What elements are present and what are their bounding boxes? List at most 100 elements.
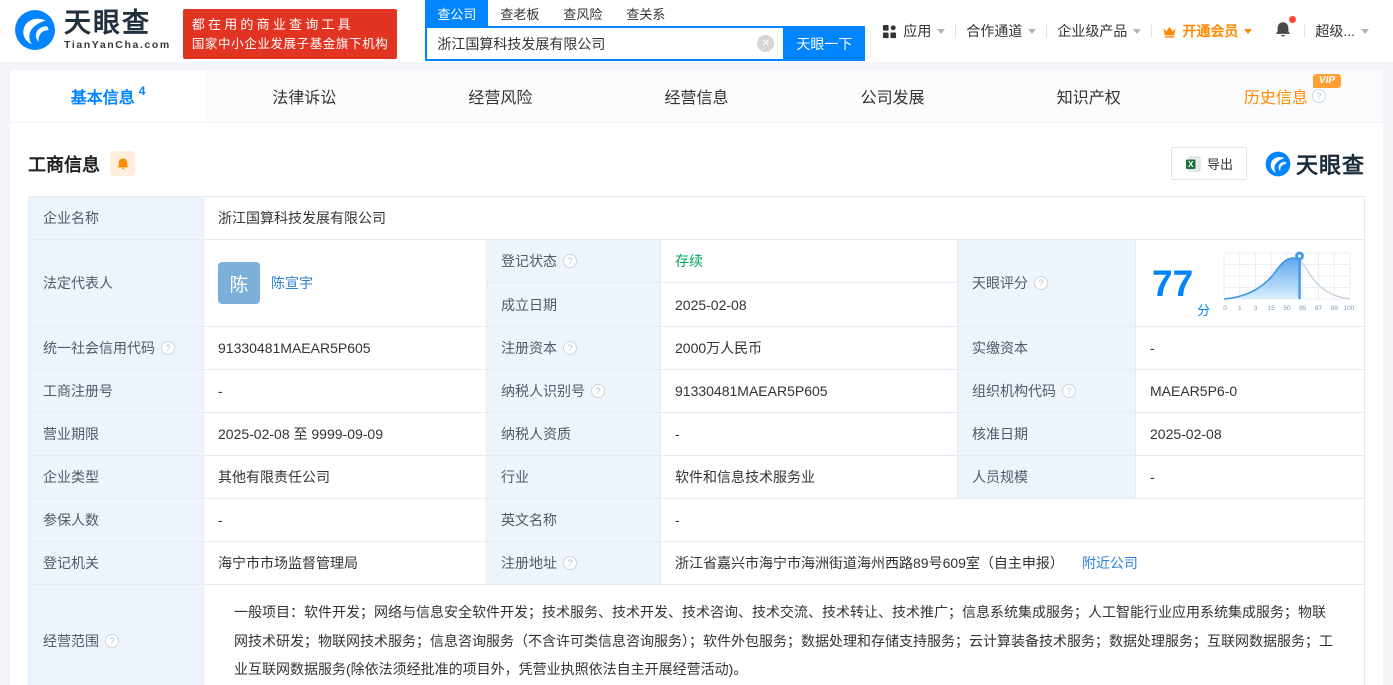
business-info-table: 企业名称 浙江国算科技发展有限公司 法定代表人 陈 陈宣宇 登记状态? 存续 成… (28, 196, 1365, 685)
notification-dot (1289, 16, 1297, 23)
svg-text:85: 85 (1299, 305, 1307, 312)
basic-info-count: 4 (138, 84, 146, 98)
label-business-scope: 经营范围? (29, 585, 204, 685)
svg-text:99: 99 (1331, 305, 1339, 312)
label-reg-authority: 登记机关 (29, 542, 204, 585)
svg-text:50: 50 (1284, 305, 1292, 312)
value-english-name: - (661, 499, 1365, 542)
tab-operating-risk[interactable]: 经营风险 (402, 70, 598, 122)
chevron-down-icon (1361, 28, 1369, 34)
label-reg-address: 注册地址? (487, 542, 661, 585)
help-icon[interactable]: ? (1034, 276, 1048, 290)
label-paid-capital: 实缴资本 (958, 327, 1136, 370)
svg-text:100: 100 (1344, 305, 1354, 312)
tab-intellectual-property[interactable]: 知识产权 (991, 70, 1187, 122)
chevron-down-icon (937, 28, 946, 34)
label-uscc: 统一社会信用代码? (29, 327, 204, 370)
logo-domain: TianYanCha.com (64, 38, 171, 51)
promo-banner: 都在用的商业查询工具 国家中小企业发展子基金旗下机构 (182, 9, 398, 60)
menu-apps[interactable]: 应用 (872, 21, 955, 41)
value-business-term: 2025-02-08 至 9999-09-09 (204, 413, 487, 456)
value-reg-status: 存续 (661, 240, 957, 283)
label-reg-status: 登记状态? (487, 240, 661, 283)
help-icon[interactable]: ? (563, 254, 577, 268)
label-established-date: 成立日期 (487, 283, 661, 326)
svg-text:X: X (1188, 160, 1194, 169)
menu-super-vip[interactable]: 超级... (1305, 21, 1379, 41)
value-insured-count: - (204, 499, 487, 542)
label-approval-date: 核准日期 (958, 413, 1136, 456)
tianyancha-logo[interactable]: 天眼查 TianYanCha.com (14, 9, 171, 51)
help-icon[interactable]: ? (563, 556, 577, 570)
value-uscc: 91330481MAEAR5P605 (204, 327, 487, 370)
help-icon[interactable]: ? (161, 341, 175, 355)
value-staff-size: - (1136, 456, 1365, 499)
search-tab-relation[interactable]: 查关系 (614, 0, 677, 26)
value-company-type: 其他有限责任公司 (204, 456, 487, 499)
tab-operating-info[interactable]: 经营信息 (598, 70, 794, 122)
legal-rep-name-link[interactable]: 陈宣宇 (271, 273, 313, 293)
chevron-down-icon (1244, 28, 1253, 34)
tab-history-info[interactable]: VIP 历史信息 ? (1187, 70, 1383, 122)
help-icon[interactable]: ? (1062, 384, 1076, 398)
search-block: 查公司 查老板 查风险 查关系 ✕ 天眼一下 (425, 0, 866, 61)
tianyancha-logo-icon (15, 10, 55, 50)
value-paid-capital: - (1136, 327, 1365, 370)
promo-line2: 国家中小企业发展子基金旗下机构 (191, 36, 389, 51)
value-org-code: MAEAR5P6-0 (1136, 370, 1365, 413)
value-taxpayer-id: 91330481MAEAR5P605 (661, 370, 958, 413)
watermark-text: 天眼查 (1295, 152, 1365, 178)
value-taxpayer-quality: - (661, 413, 958, 456)
legal-rep-avatar[interactable]: 陈 (218, 262, 260, 304)
value-company-name: 浙江国算科技发展有限公司 (204, 197, 1365, 240)
label-tianyan-score: 天眼评分? (958, 240, 1136, 327)
section-title: 工商信息 (28, 154, 100, 175)
value-business-scope: 一般项目：软件开发；网络与信息安全软件开发；技术服务、技术开发、技术咨询、技术交… (204, 585, 1365, 685)
export-button[interactable]: X 导出 (1170, 147, 1247, 180)
label-taxpayer-quality: 纳税人资质 (487, 413, 661, 456)
vip-badge: VIP (1312, 74, 1342, 88)
value-legal-rep: 陈 陈宣宇 (204, 240, 487, 327)
value-reg-capital: 2000万人民币 (661, 327, 958, 370)
monitor-bell-button[interactable] (110, 151, 135, 176)
label-taxpayer-id: 纳税人识别号? (487, 370, 661, 413)
tab-company-development[interactable]: 公司发展 (795, 70, 991, 122)
search-tabs: 查公司 查老板 查风险 查关系 (425, 0, 865, 26)
main-container: 基本信息 4 法律诉讼 经营风险 经营信息 公司发展 知识产权 VIP 历史信息… (10, 70, 1383, 685)
label-reg-number: 工商注册号 (29, 370, 204, 413)
label-reg-capital: 注册资本? (487, 327, 661, 370)
help-icon[interactable]: ? (105, 634, 119, 649)
search-button[interactable]: 天眼一下 (783, 26, 866, 61)
notification-bell[interactable] (1262, 16, 1304, 41)
help-icon[interactable]: ? (563, 341, 577, 355)
svg-text:0: 0 (1223, 305, 1227, 312)
tianyancha-logo-icon (1265, 151, 1291, 176)
value-established-date: 2025-02-08 (675, 296, 747, 313)
value-reg-address: 浙江省嘉兴市海宁市海洲街道海州西路89号609室（自主申报） 附近公司 (661, 542, 1365, 585)
svg-text:15: 15 (1268, 305, 1276, 312)
search-input[interactable] (425, 26, 784, 61)
nearby-companies-link[interactable]: 附近公司 (1082, 553, 1138, 573)
menu-partner[interactable]: 合作通道 (956, 21, 1046, 41)
watermark-logo: 天眼查 (1265, 148, 1365, 180)
section-header: 工商信息 X 导出 天眼查 (10, 123, 1383, 196)
promo-line1: 都在用的商业查询工具 (191, 17, 354, 32)
label-company-name: 企业名称 (29, 197, 204, 240)
value-industry: 软件和信息技术服务业 (661, 456, 958, 499)
label-staff-size: 人员规模 (958, 456, 1136, 499)
chevron-down-icon (1028, 28, 1037, 34)
value-reg-number: - (204, 370, 487, 413)
search-tab-boss[interactable]: 查老板 (488, 0, 551, 26)
value-tianyan-score[interactable]: 77 分 0 1 3 15 50 85 97 99 100 (1136, 240, 1365, 327)
top-menu: 应用 合作通道 企业级产品 开通会员 超级... (872, 0, 1379, 62)
search-tab-company[interactable]: 查公司 (425, 0, 489, 26)
tab-basic-info[interactable]: 基本信息 4 (10, 70, 207, 122)
menu-enterprise[interactable]: 企业级产品 (1047, 21, 1151, 41)
menu-open-vip[interactable]: 开通会员 (1152, 21, 1262, 41)
svg-text:3: 3 (1254, 305, 1258, 312)
help-icon[interactable]: ? (591, 384, 605, 398)
score-distribution-chart: 0 1 3 15 50 85 97 99 100 (1223, 251, 1354, 312)
search-tab-risk[interactable]: 查风险 (551, 0, 614, 26)
help-icon[interactable]: ? (1311, 89, 1326, 103)
tab-legal-proceedings[interactable]: 法律诉讼 (206, 70, 402, 122)
